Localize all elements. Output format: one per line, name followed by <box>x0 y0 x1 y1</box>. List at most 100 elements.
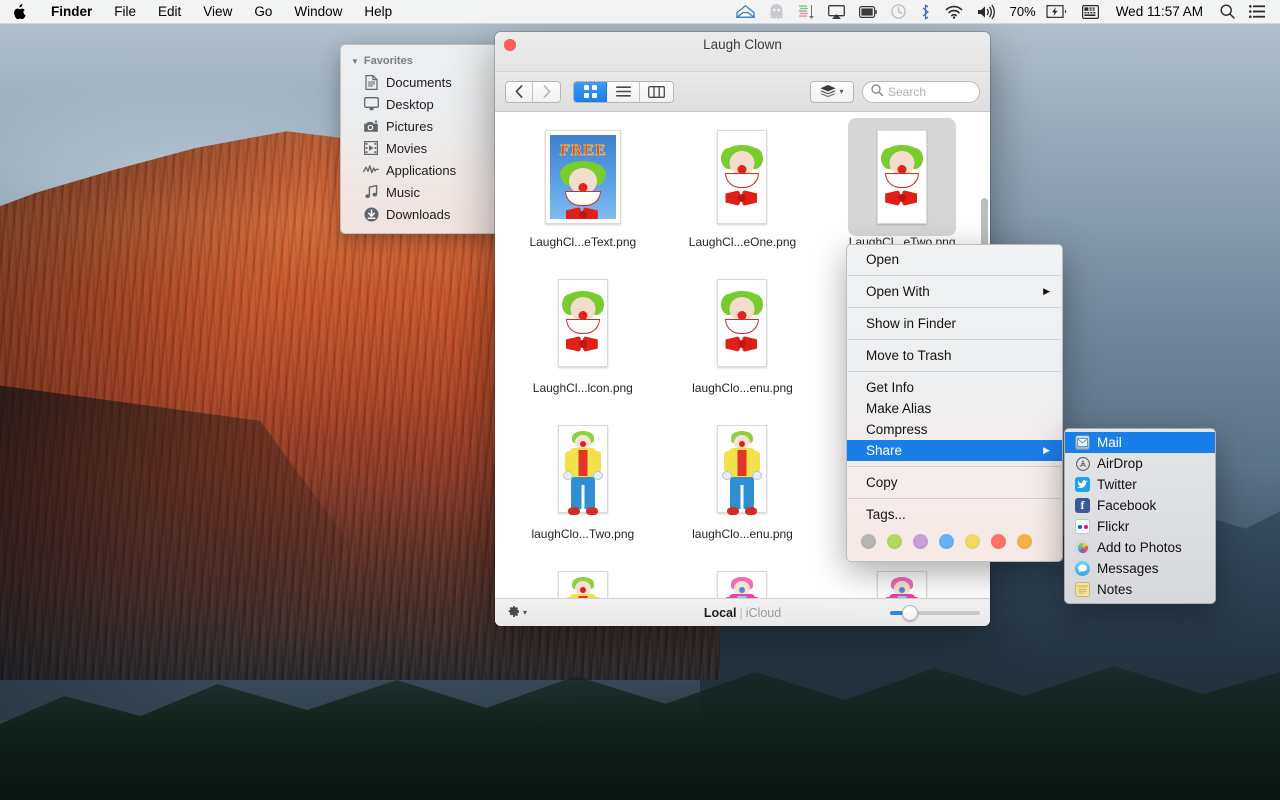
file-name-label[interactable]: LaughCl...lcon.png <box>528 380 638 396</box>
context-menu-item-tags[interactable]: Tags... <box>847 504 1062 525</box>
file-item[interactable]: LaughCl...eOne.png <box>663 118 823 264</box>
dropbox-icon[interactable] <box>729 0 762 23</box>
sidebar-item-label: Desktop <box>386 96 434 112</box>
icon-size-slider[interactable] <box>890 604 980 621</box>
back-button[interactable] <box>506 81 533 102</box>
file-thumbnail[interactable] <box>848 556 956 598</box>
battery-percent-label[interactable]: 70% <box>1003 0 1039 23</box>
file-item[interactable]: Laughin...eOne.psd <box>503 556 663 598</box>
context-menu-item-share[interactable]: Share ▶ <box>847 440 1062 461</box>
equalizer-icon[interactable] <box>791 0 821 23</box>
file-item[interactable]: LaughCl...eTwo.png <box>822 118 982 264</box>
sidebar-section-favorites[interactable]: ▼ Favorites <box>341 45 499 71</box>
file-item[interactable]: FREE LaughCl...eText.png <box>503 118 663 264</box>
share-menu-item-notes[interactable]: Notes <box>1065 579 1215 600</box>
share-menu-item-label: Notes <box>1097 582 1133 597</box>
menu-item-finder[interactable]: Finder <box>40 0 103 23</box>
menu-item-go[interactable]: Go <box>243 0 283 23</box>
file-thumbnail[interactable] <box>529 264 637 382</box>
file-item[interactable]: LaughCl...lcon.png <box>503 264 663 410</box>
menu-item-file[interactable]: File <box>103 0 147 23</box>
volume-icon[interactable] <box>970 0 1003 23</box>
triangle-down-icon[interactable]: ▼ <box>351 57 359 66</box>
file-name-label[interactable]: LaughCl...eText.png <box>524 234 641 250</box>
menu-item-window[interactable]: Window <box>283 0 353 23</box>
file-thumbnail[interactable] <box>688 410 796 528</box>
file-thumbnail[interactable] <box>688 118 796 236</box>
file-thumbnail[interactable] <box>688 264 796 382</box>
finder-window-title: Laugh Clown <box>703 37 782 52</box>
sidebar-item-movies[interactable]: Movies <box>341 137 499 159</box>
tag-color-green[interactable] <box>887 534 902 549</box>
menu-item-help[interactable]: Help <box>353 0 403 23</box>
sidebar-item-music[interactable]: Music <box>341 181 499 203</box>
share-menu-item-airdrop[interactable]: AirDrop <box>1065 453 1215 474</box>
file-name-label[interactable]: laughClo...enu.png <box>687 380 798 396</box>
share-menu-item-facebook[interactable]: f Facebook <box>1065 495 1215 516</box>
file-thumbnail[interactable] <box>688 556 796 598</box>
file-thumbnail[interactable]: FREE <box>529 118 637 236</box>
sidebar-item-documents[interactable]: Documents <box>341 71 499 93</box>
local-label[interactable]: Local <box>704 606 737 620</box>
file-item[interactable]: Laughin...lown.png <box>663 556 823 598</box>
menu-item-edit[interactable]: Edit <box>147 0 192 23</box>
keyboard-input-icon[interactable] <box>1075 0 1106 23</box>
file-name-label[interactable]: LaughCl...eOne.png <box>684 234 801 250</box>
file-name-label[interactable]: laughClo...Two.png <box>526 526 639 542</box>
context-menu-item-show-in-finder[interactable]: Show in Finder <box>847 313 1062 334</box>
context-menu: Open Open With ▶ Show in Finder Move to … <box>846 244 1063 562</box>
context-menu-item-move-to-trash[interactable]: Move to Trash <box>847 345 1062 366</box>
tag-color-blue[interactable] <box>939 534 954 549</box>
wifi-icon[interactable] <box>938 0 970 23</box>
sidebar-item-downloads[interactable]: Downloads <box>341 203 499 225</box>
forward-button[interactable] <box>533 81 560 102</box>
context-menu-item-open[interactable]: Open <box>847 249 1062 270</box>
file-name-label[interactable]: laughClo...enu.png <box>687 526 798 542</box>
icon-view-icon[interactable] <box>574 81 607 102</box>
file-item[interactable]: laughClo...enu.png <box>663 264 823 410</box>
file-thumbnail-selected[interactable] <box>848 118 957 236</box>
finder-titlebar[interactable]: Laugh Clown <box>495 32 990 72</box>
sidebar-item-applications[interactable]: Applications <box>341 159 499 181</box>
file-thumbnail[interactable] <box>529 410 637 528</box>
file-item[interactable]: laughClo...Two.png <box>503 410 663 556</box>
file-thumbnail[interactable] <box>529 556 637 598</box>
menu-bar-status-area: 70% Wed 11:57 AM <box>729 0 1280 23</box>
context-menu-item-get-info[interactable]: Get Info <box>847 377 1062 398</box>
notification-center-icon[interactable] <box>1242 0 1272 23</box>
apple-logo-icon[interactable] <box>0 0 40 23</box>
share-menu-item-flickr[interactable]: Flickr <box>1065 516 1215 537</box>
tag-color-gray[interactable] <box>861 534 876 549</box>
tag-color-purple[interactable] <box>913 534 928 549</box>
sidebar-item-desktop[interactable]: Desktop <box>341 93 499 115</box>
list-view-icon[interactable] <box>607 81 640 102</box>
column-view-icon[interactable] <box>640 81 673 102</box>
search-icon[interactable] <box>1213 0 1242 23</box>
context-menu-item-copy[interactable]: Copy <box>847 472 1062 493</box>
ghost-icon[interactable] <box>762 0 791 23</box>
battery-icon[interactable] <box>852 0 884 23</box>
context-menu-item-make-alias[interactable]: Make Alias <box>847 398 1062 419</box>
share-menu-item-mail[interactable]: Mail <box>1065 432 1215 453</box>
tag-color-red[interactable] <box>991 534 1006 549</box>
context-menu-item-compress[interactable]: Compress <box>847 419 1062 440</box>
tag-color-orange[interactable] <box>1017 534 1032 549</box>
slider-knob[interactable] <box>902 604 918 621</box>
airplay-icon[interactable] <box>821 0 852 23</box>
share-menu-item-twitter[interactable]: Twitter <box>1065 474 1215 495</box>
battery-charging-icon[interactable] <box>1039 0 1075 23</box>
context-menu-item-open-with[interactable]: Open With ▶ <box>847 281 1062 302</box>
share-menu-item-messages[interactable]: Messages <box>1065 558 1215 579</box>
tag-color-yellow[interactable] <box>965 534 980 549</box>
file-item[interactable]: laughClo...enu.png <box>663 410 823 556</box>
time-machine-icon[interactable] <box>884 0 913 23</box>
file-item[interactable] <box>822 556 982 598</box>
share-menu-item-add-to-photos[interactable]: Add to Photos <box>1065 537 1215 558</box>
bluetooth-icon[interactable] <box>913 0 938 23</box>
menu-bar-clock[interactable]: Wed 11:57 AM <box>1106 0 1213 23</box>
search-input[interactable]: Search <box>862 80 980 103</box>
menu-item-view[interactable]: View <box>192 0 243 23</box>
arrange-stack-icon[interactable]: ▾ <box>810 80 854 103</box>
icloud-label[interactable]: iCloud <box>746 606 781 620</box>
sidebar-item-pictures[interactable]: Pictures <box>341 115 499 137</box>
